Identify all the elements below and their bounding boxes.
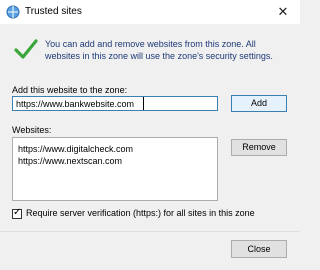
add-website-label: Add this website to the zone: (12, 85, 128, 95)
remove-button[interactable]: Remove (231, 139, 287, 156)
internet-options-icon (6, 5, 20, 19)
footer-divider (0, 231, 300, 232)
website-input[interactable]: https://www.bankwebsite.com (12, 96, 218, 111)
list-item[interactable]: https://www.nextscan.com (18, 156, 122, 167)
close-button[interactable]: Close (231, 240, 287, 258)
window-title: Trusted sites (25, 6, 82, 17)
websites-list[interactable]: https://www.digitalcheck.com https://www… (12, 137, 218, 201)
add-button[interactable]: Add (231, 95, 287, 112)
list-item[interactable]: https://www.digitalcheck.com (18, 144, 133, 155)
check-icon: ✓ (13, 207, 22, 218)
close-icon[interactable]: ✕ (266, 0, 300, 24)
text-caret (143, 97, 144, 110)
require-verification-checkbox[interactable]: ✓ (12, 207, 22, 219)
title-bar: Trusted sites ✕ (0, 0, 300, 24)
require-verification-label: Require server verification (https:) for… (26, 208, 255, 218)
zone-info-text: You can add and remove websites from thi… (45, 39, 273, 61)
websites-label: Websites: (12, 125, 52, 135)
checkmark-icon (14, 39, 38, 59)
